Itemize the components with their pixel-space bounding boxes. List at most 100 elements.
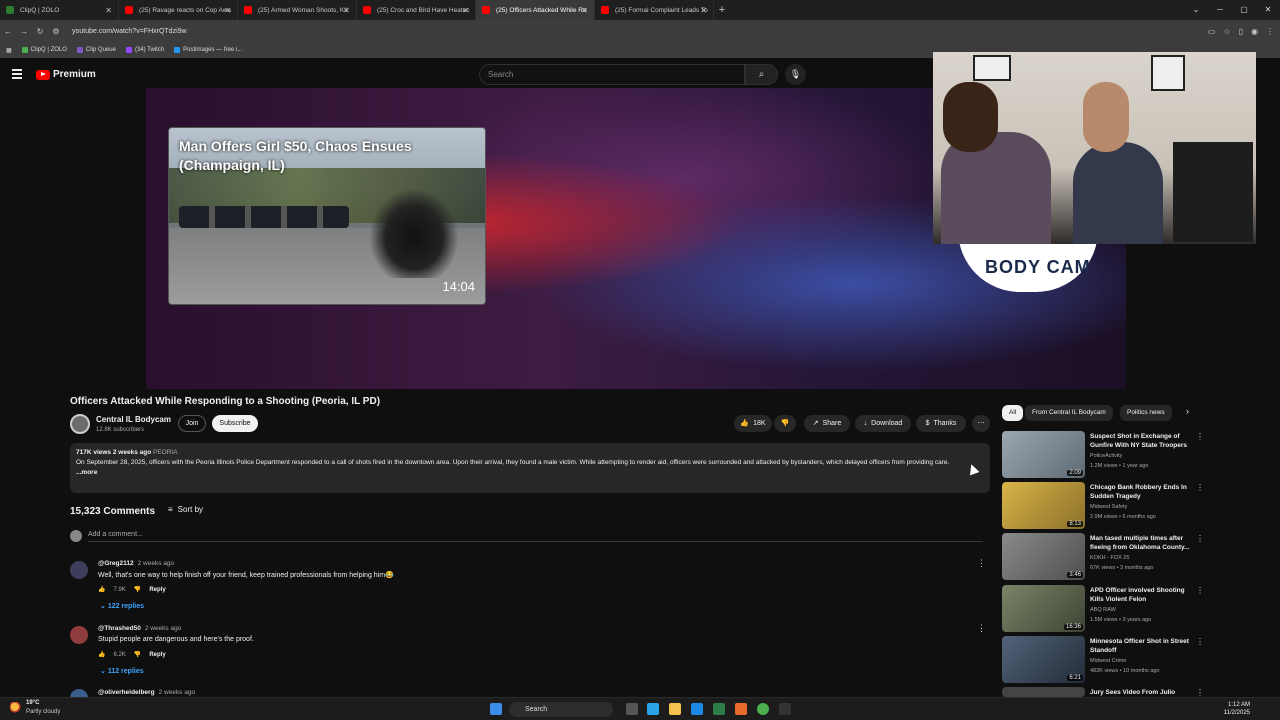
rec-channel[interactable]: Midwest Safety (1090, 504, 1127, 510)
rec-thumbnail[interactable]: 6:21 (1002, 636, 1085, 683)
site-info-icon[interactable]: ⚙ (48, 27, 64, 36)
chip-all[interactable]: All (1002, 405, 1024, 421)
browser-tab-active[interactable]: (25) Officers Attacked While Re ✕ (476, 0, 595, 20)
dislike-button[interactable]: 👎 (774, 415, 796, 432)
capcut-icon[interactable] (779, 703, 791, 715)
rec-title[interactable]: Minnesota Officer Shot in Street Standof… (1090, 637, 1194, 655)
channel-name[interactable]: Central IL Bodycam (96, 415, 171, 424)
voice-search-button[interactable]: 🎙 (785, 64, 806, 85)
thanks-button[interactable]: $ Thanks (916, 415, 966, 432)
close-icon[interactable]: ✕ (462, 6, 469, 15)
rec-menu-icon[interactable]: ⋮ (1196, 483, 1204, 492)
youtube-premium-logo[interactable]: Premium (36, 69, 96, 80)
join-button[interactable]: Join (178, 415, 206, 432)
view-replies-button[interactable]: ⌄ 112 replies (100, 667, 144, 675)
rec-thumbnail[interactable]: 2:09 (1002, 431, 1085, 478)
like-button[interactable]: 👍 18K (734, 415, 772, 432)
chrome-icon[interactable] (757, 703, 769, 715)
thumbs-up-icon[interactable]: 👍 (98, 651, 105, 658)
subscribe-button[interactable]: Subscribe (212, 415, 258, 432)
system-tray-clock[interactable]: 1:12 AM 11/2/2025 (1224, 701, 1250, 717)
bookmark-star-icon[interactable]: ☆ (1223, 27, 1230, 36)
rec-menu-icon[interactable]: ⋮ (1196, 688, 1204, 697)
comment-author[interactable]: @Thrashed50 2 weeks ago (98, 625, 181, 632)
new-tab-button[interactable]: + (714, 4, 730, 16)
download-button[interactable]: ↓ Download (855, 415, 911, 432)
rec-channel[interactable]: PoliceActivity (1090, 453, 1122, 459)
rec-title[interactable]: APD Officer involved Shooting Kills Viol… (1090, 586, 1194, 604)
url-field[interactable]: youtube.com/watch?v=FHxrQTdzi9w (72, 28, 187, 35)
description-box[interactable]: 717K views 2 weeks ago PEORIA On Septemb… (70, 443, 990, 493)
close-icon[interactable]: ✕ (581, 6, 588, 15)
rec-thumbnail[interactable] (1002, 687, 1085, 697)
close-icon[interactable]: ✕ (700, 6, 707, 15)
chevron-right-icon[interactable]: › (1186, 406, 1189, 416)
reply-button[interactable]: Reply (149, 652, 165, 658)
rec-menu-icon[interactable]: ⋮ (1196, 586, 1204, 595)
browser-tab[interactable]: (25) Formal Complaint Leads To ✕ (595, 0, 714, 20)
sort-by-button[interactable]: ≡ Sort by (168, 505, 203, 514)
rec-thumbnail[interactable]: 8:13 (1002, 482, 1085, 529)
rec-menu-icon[interactable]: ⋮ (1196, 534, 1204, 543)
rec-channel[interactable]: ABQ RAW (1090, 607, 1116, 613)
copilot-icon[interactable] (647, 703, 659, 715)
comment-avatar[interactable] (70, 561, 88, 579)
reply-button[interactable]: Reply (149, 587, 165, 593)
chip-from-channel[interactable]: From Central IL Bodycam (1025, 405, 1113, 421)
share-button[interactable]: ↗ Share (804, 415, 850, 432)
thumbs-down-icon[interactable]: 👎 (134, 651, 141, 658)
comment-menu-icon[interactable]: ⋮ (977, 558, 986, 569)
close-icon[interactable]: ✕ (105, 6, 112, 15)
end-screen-video-card[interactable]: Man Offers Girl $50, Chaos Ensues (Champ… (168, 127, 486, 305)
comment-avatar[interactable] (70, 626, 88, 644)
browser-tab[interactable]: ClipQ | ZOLO ✕ (0, 0, 119, 20)
vlc-icon[interactable] (735, 703, 747, 715)
minimize-button[interactable]: ─ (1208, 0, 1232, 20)
sidebar-icon[interactable]: ▯ (1239, 27, 1243, 36)
windows-start-icon[interactable] (490, 703, 502, 715)
bookmark-item[interactable]: ClipQ | ZOLO (21, 47, 67, 53)
rec-title[interactable]: Jury Sees Video From Julio (1090, 688, 1194, 697)
forward-icon[interactable]: → (16, 27, 32, 36)
hamburger-menu-icon[interactable] (12, 69, 22, 79)
rec-title[interactable]: Man tased multiple times after fleeing f… (1090, 534, 1194, 552)
edge-icon[interactable] (691, 703, 703, 715)
search-input[interactable]: Search (479, 64, 745, 85)
rec-channel[interactable]: Midwest Crime (1090, 658, 1126, 664)
close-window-button[interactable]: ✕ (1256, 0, 1280, 20)
bookmark-item[interactable]: Postimages — free i... (174, 47, 242, 53)
browser-menu-icon[interactable]: ⋮ (1266, 27, 1274, 36)
store-icon[interactable] (713, 703, 725, 715)
add-comment-input[interactable]: Add a comment... (88, 531, 983, 542)
chip-politics-news[interactable]: Politics news (1120, 405, 1172, 421)
rec-menu-icon[interactable]: ⋮ (1196, 637, 1204, 646)
tab-search-icon[interactable]: ⌄ (1184, 0, 1208, 20)
rec-thumbnail[interactable]: 16:36 (1002, 585, 1085, 632)
bookmark-item[interactable]: (34) Twitch (125, 47, 164, 53)
browser-tab[interactable]: (25) Ravage reacts on Cop Awa ✕ (119, 0, 238, 20)
file-explorer-icon[interactable] (669, 703, 681, 715)
search-button[interactable]: ⌕ (745, 64, 778, 85)
comment-menu-icon[interactable]: ⋮ (977, 623, 986, 634)
profile-icon[interactable]: ◉ (1251, 27, 1258, 36)
comment-author[interactable]: @Greg2112 2 weeks ago (98, 560, 174, 567)
back-icon[interactable]: ← (0, 27, 16, 36)
channel-avatar[interactable] (70, 414, 90, 434)
rec-title[interactable]: Suspect Shot in Exchange of Gunfire With… (1090, 432, 1194, 450)
weather-temperature[interactable]: 19°C (26, 700, 39, 706)
maximize-button[interactable]: ▢ (1232, 0, 1256, 20)
thumbs-down-icon[interactable]: 👎 (134, 586, 141, 593)
weather-description[interactable]: Partly cloudy (26, 709, 60, 715)
browser-tab[interactable]: (25) Croc and Bird Have Heatec ✕ (357, 0, 476, 20)
view-replies-button[interactable]: ⌄ 122 replies (100, 602, 144, 610)
partly-cloudy-icon[interactable] (10, 702, 22, 714)
close-icon[interactable]: ✕ (343, 6, 350, 15)
close-icon[interactable]: ✕ (224, 6, 231, 15)
task-view-icon[interactable] (626, 703, 638, 715)
apps-icon[interactable]: ▦ (6, 47, 12, 54)
show-more-link[interactable]: ...more (76, 468, 984, 478)
comment-author[interactable]: @oliverheidelberg 2 weeks ago (98, 689, 195, 696)
reload-icon[interactable]: ↻ (32, 27, 48, 36)
rec-title[interactable]: Chicago Bank Robbery Ends In Sudden Trag… (1090, 483, 1194, 501)
rec-menu-icon[interactable]: ⋮ (1196, 432, 1204, 441)
